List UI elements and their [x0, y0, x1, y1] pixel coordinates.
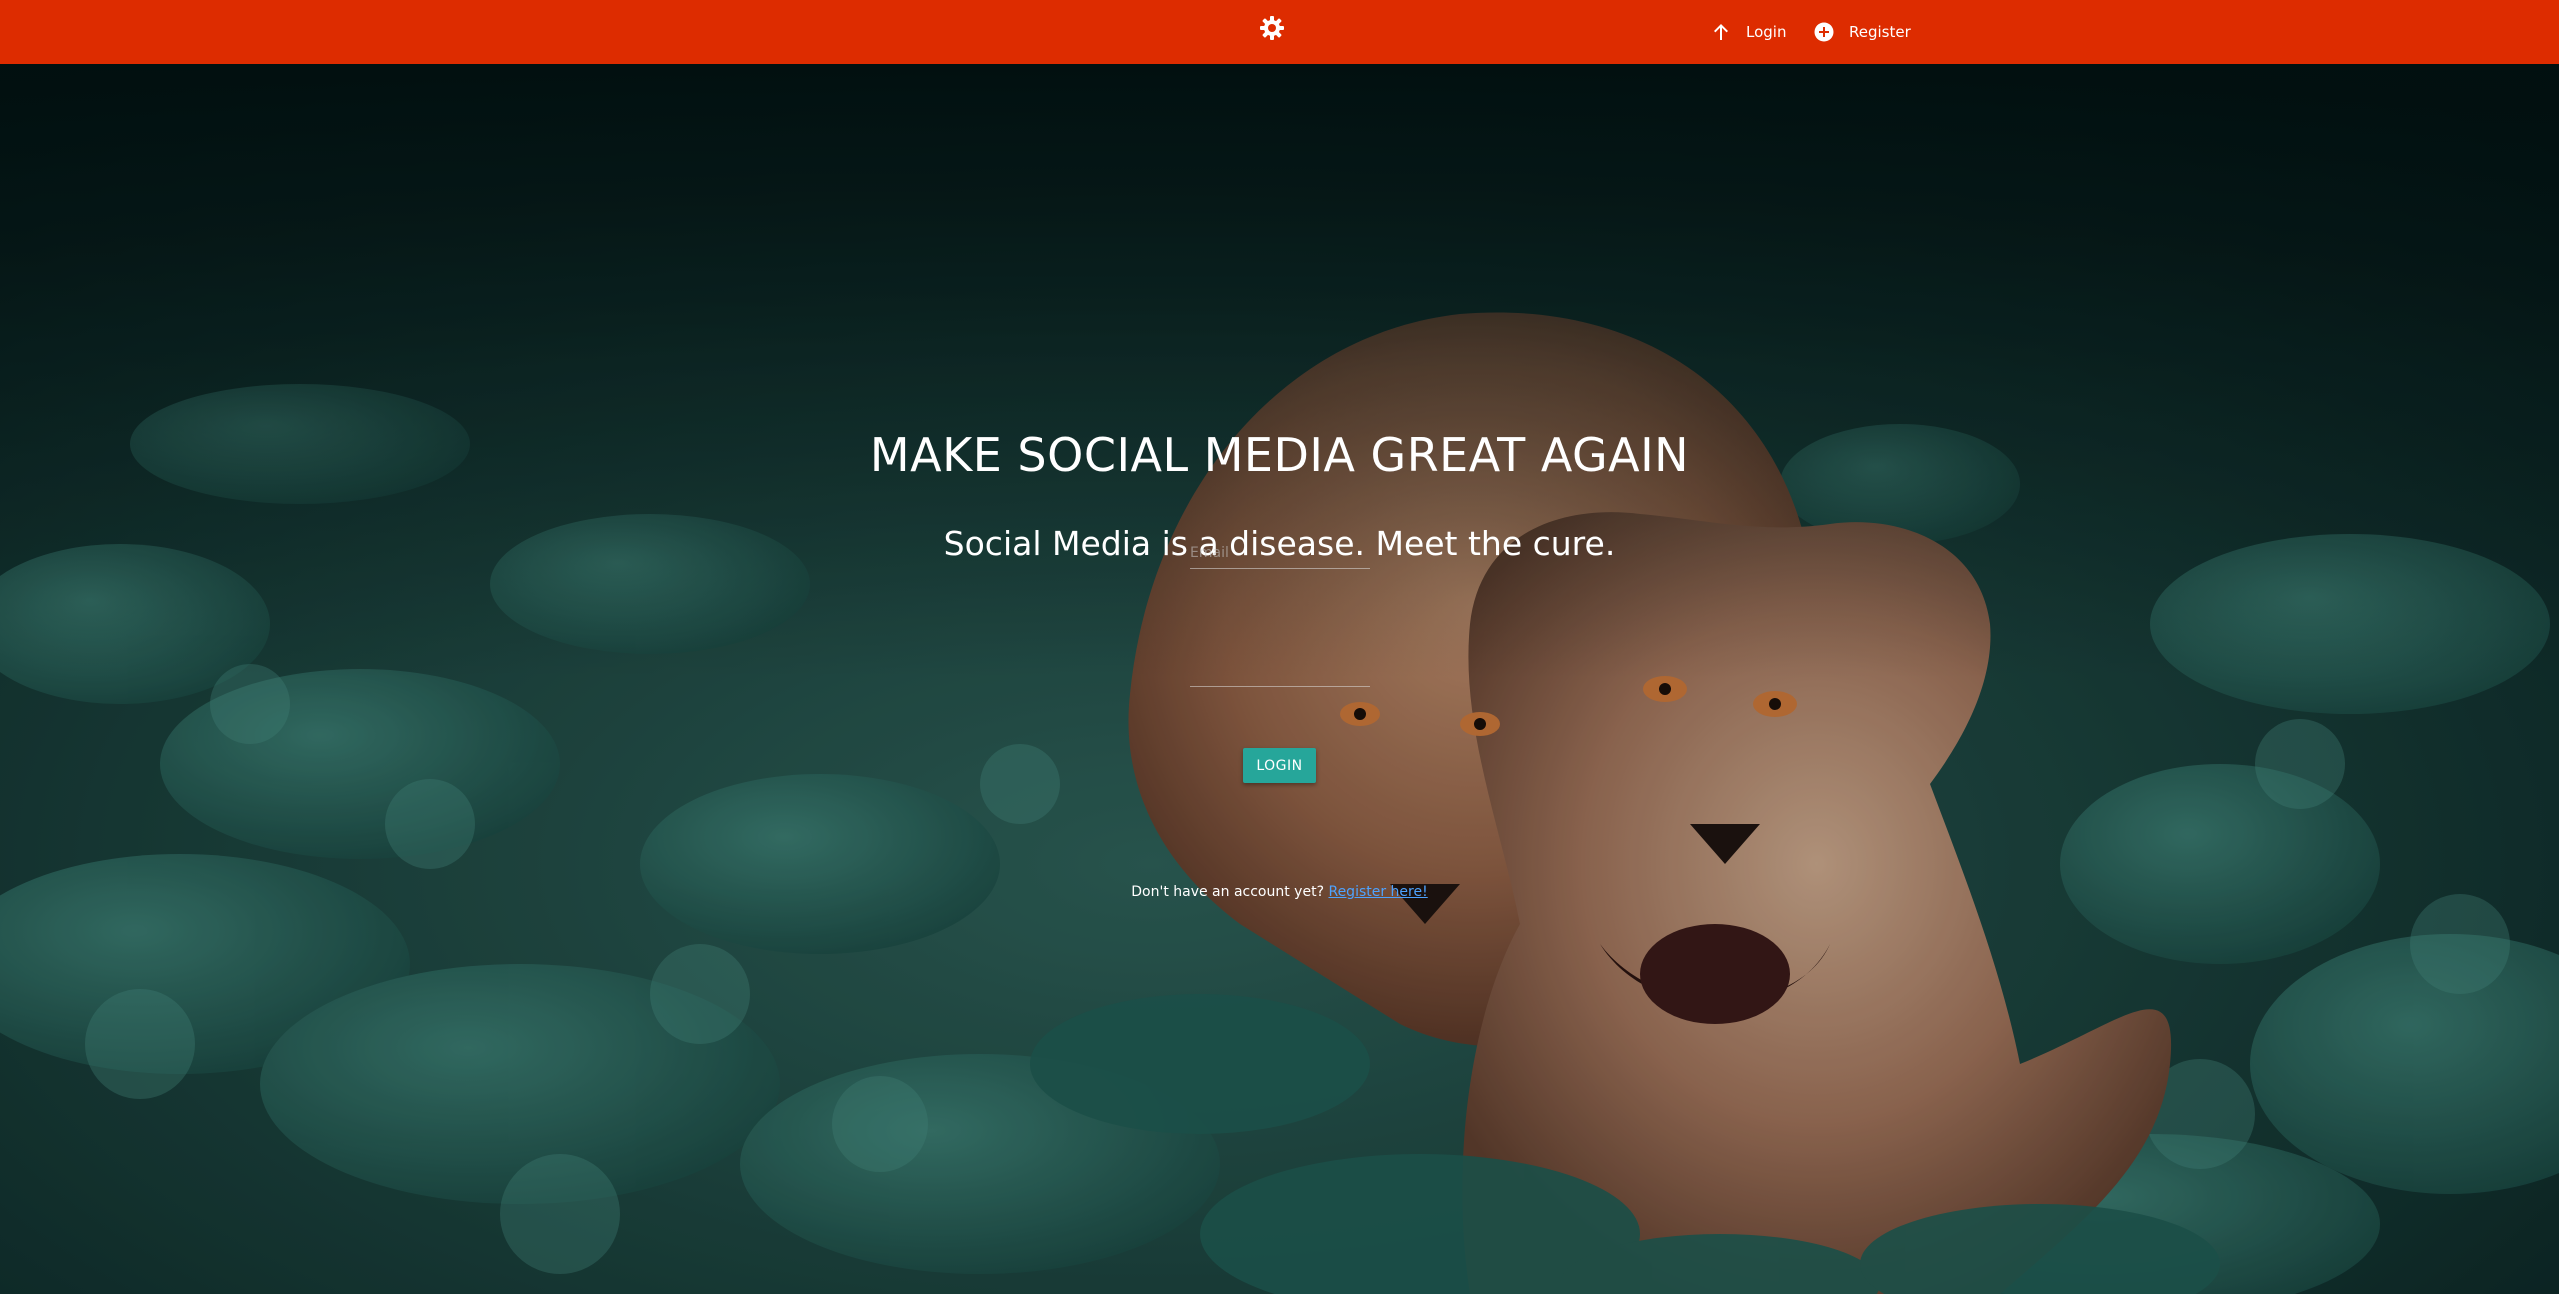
nav-login-link[interactable]: Login: [1710, 16, 1786, 48]
arrow-up-icon: [1714, 24, 1728, 40]
email-field-wrapper: [1190, 538, 1370, 569]
nav-login-label: Login: [1746, 23, 1787, 41]
nav-register-link[interactable]: Register: [1813, 16, 1911, 48]
login-button[interactable]: LOGIN: [1243, 748, 1316, 783]
gear-icon: [1260, 16, 1284, 40]
brand-logo[interactable]: [1259, 15, 1285, 41]
top-navbar: Login Register: [0, 0, 2559, 64]
hero-title: MAKE SOCIAL MEDIA GREAT AGAIN: [869, 428, 1690, 482]
register-prompt: Don't have an account yet? Register here…: [0, 884, 2559, 900]
add-circle-icon: [1814, 22, 1834, 42]
register-prompt-text: Don't have an account yet?: [1131, 884, 1325, 900]
password-field-wrapper: [1190, 656, 1370, 687]
email-input[interactable]: [1190, 538, 1370, 569]
nav-register-label: Register: [1849, 23, 1911, 41]
password-input[interactable]: [1190, 656, 1370, 687]
register-here-link[interactable]: Register here!: [1328, 884, 1427, 900]
